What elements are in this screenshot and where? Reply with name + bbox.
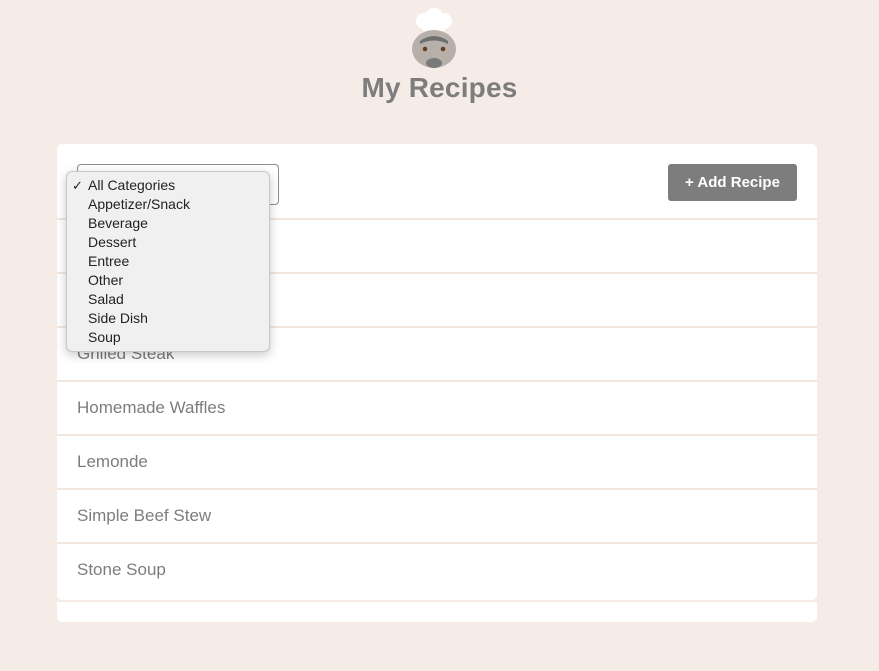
recipe-row[interactable]: Stone Soup bbox=[57, 544, 817, 598]
category-option-entree[interactable]: Entree bbox=[67, 252, 269, 271]
category-option-dessert[interactable]: Dessert bbox=[67, 233, 269, 252]
category-option-other[interactable]: Other bbox=[67, 271, 269, 290]
recipe-name: Lemonde bbox=[77, 452, 148, 471]
category-option-label: Salad bbox=[88, 291, 124, 307]
recipe-name: Homemade Waffles bbox=[77, 398, 226, 417]
recipe-row[interactable]: Simple Beef Stew bbox=[57, 490, 817, 544]
page-title: My Recipes bbox=[361, 72, 518, 103]
category-option-side-dish[interactable]: Side Dish bbox=[67, 309, 269, 328]
recipe-name: Stone Soup bbox=[77, 560, 166, 579]
recipe-row[interactable]: Homemade Waffles bbox=[57, 382, 817, 436]
recipe-name: Simple Beef Stew bbox=[77, 506, 212, 525]
category-option-label: Soup bbox=[88, 329, 121, 345]
category-option-beverage[interactable]: Beverage bbox=[67, 214, 269, 233]
category-option-label: Appetizer/Snack bbox=[88, 196, 190, 212]
category-option-salad[interactable]: Salad bbox=[67, 290, 269, 309]
category-option-all-categories[interactable]: ✓ All Categories bbox=[67, 176, 269, 195]
category-option-label: Side Dish bbox=[88, 310, 148, 326]
category-option-soup[interactable]: Soup bbox=[67, 328, 269, 347]
category-option-label: All Categories bbox=[88, 177, 176, 193]
card-footer bbox=[57, 600, 817, 622]
category-option-label: Dessert bbox=[88, 234, 137, 250]
checkmark-icon: ✓ bbox=[72, 178, 83, 193]
category-option-label: Other bbox=[88, 272, 124, 288]
category-dropdown-menu: ✓ All Categories Appetizer/Snack Beverag… bbox=[66, 171, 270, 352]
add-recipe-button[interactable]: + Add Recipe bbox=[668, 164, 797, 201]
page-header: My Recipes bbox=[0, 0, 879, 120]
chef-icon bbox=[412, 8, 456, 68]
category-option-label: Entree bbox=[88, 253, 130, 269]
category-option-label: Beverage bbox=[88, 215, 148, 231]
category-option-appetizer-snack[interactable]: Appetizer/Snack bbox=[67, 195, 269, 214]
recipe-row[interactable]: Lemonde bbox=[57, 436, 817, 490]
